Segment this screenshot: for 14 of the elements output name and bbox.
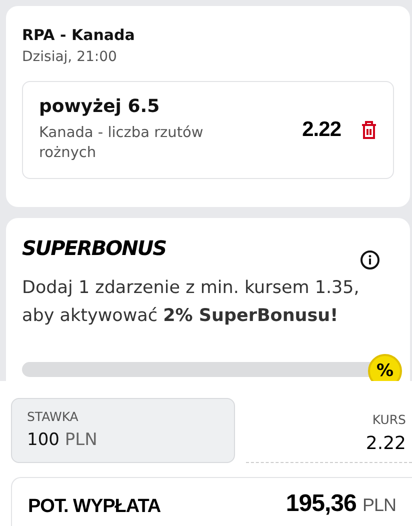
delete-icon[interactable] <box>361 120 377 139</box>
payout-amount: 195,36 PLN <box>286 490 396 518</box>
superbonus-message: Dodaj 1 zdarzenie z min. kursem 1.35, aby aktywować 2% SuperBonusu! <box>22 277 360 328</box>
payout-label: POT. WYPŁATA <box>28 496 161 518</box>
info-icon[interactable] <box>360 250 380 270</box>
stake-field[interactable]: STAWKA 100 PLN <box>11 398 235 463</box>
event-time: Dzisiaj, 21:00 <box>22 49 118 65</box>
odds-label: KURS <box>371 412 406 427</box>
superbonus-title: SUPERBONUS <box>22 236 166 260</box>
selection-pick: powyżej 6.5 <box>39 96 161 117</box>
selection-market: Kanada - liczba rzutów rożnych <box>39 124 204 164</box>
total-odds: 2.22 <box>364 433 406 454</box>
event-title: RPA - Kanada <box>22 26 136 44</box>
selection-odds: 2.22 <box>302 118 341 142</box>
